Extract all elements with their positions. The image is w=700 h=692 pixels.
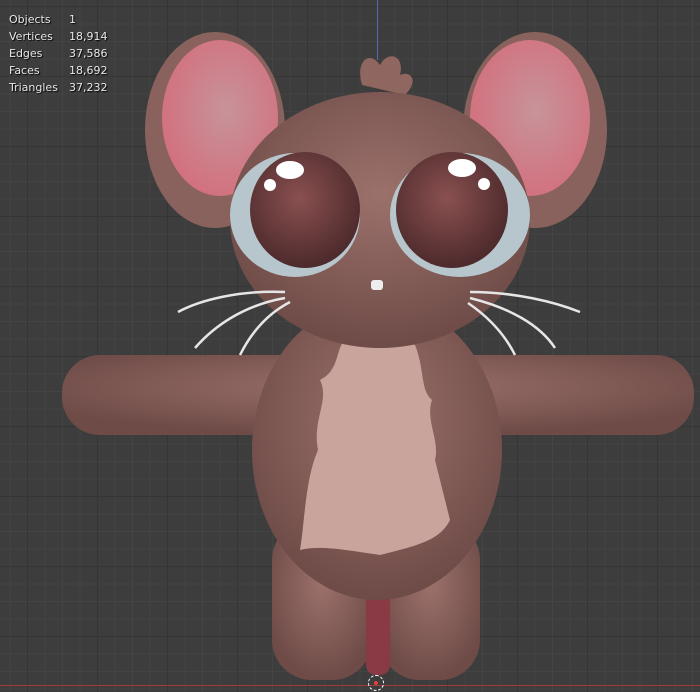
left-eye <box>230 152 360 277</box>
stat-faces: Faces 18,692 <box>9 64 108 77</box>
right-eye <box>390 152 530 277</box>
stat-triangles: Triangles 37,232 <box>9 81 108 94</box>
mouse-model[interactable] <box>0 0 700 692</box>
statistics-overlay: Objects 1 Vertices 18,914 Edges 37,586 Face… <box>9 11 108 96</box>
hair-tuft <box>360 56 413 95</box>
tail <box>366 590 390 675</box>
stat-objects: Objects 1 <box>9 13 76 26</box>
3d-cursor-icon[interactable] <box>368 675 384 691</box>
teeth <box>371 280 383 290</box>
stat-vertices: Vertices 18,914 <box>9 30 108 43</box>
x-axis-line <box>0 685 700 686</box>
3d-viewport[interactable]: Objects 1 Vertices 18,914 Edges 37,586 Face… <box>0 0 700 692</box>
stat-edges: Edges 37,586 <box>9 47 108 60</box>
